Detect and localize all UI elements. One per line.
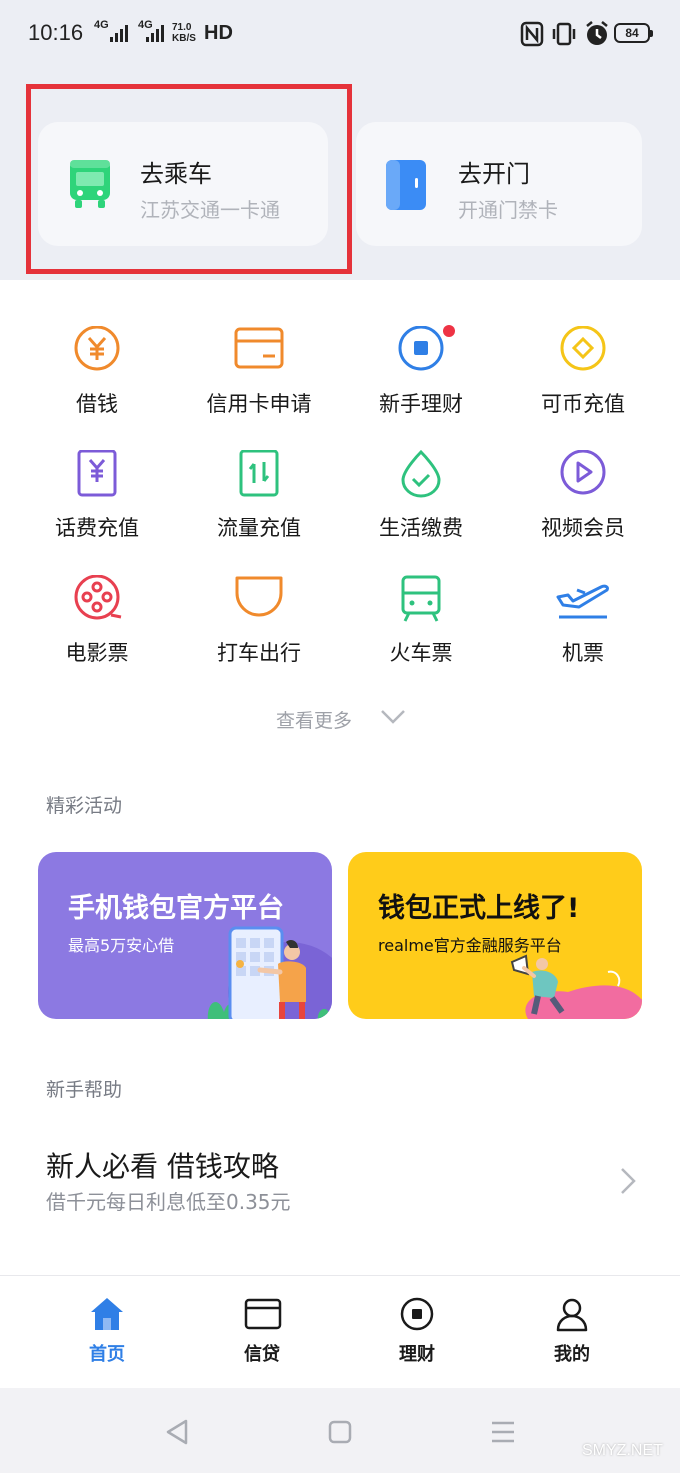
- open-door-card[interactable]: 去开门 开通门禁卡: [356, 122, 642, 246]
- service-label: 信用卡申请: [206, 392, 312, 416]
- home-icon: [91, 1298, 123, 1330]
- activities-title: 精彩活动: [46, 795, 123, 817]
- help-item-subtitle: 借千元每日利息低至0.35元: [46, 1190, 291, 1214]
- tab-finance[interactable]: 理财: [357, 1276, 477, 1389]
- wallet-platform-banner[interactable]: 手机钱包官方平台 最高5万安心借: [38, 852, 332, 1019]
- chevron-right-icon: [621, 1168, 636, 1194]
- menu-icon[interactable]: [490, 1420, 516, 1444]
- chevron-down-icon[interactable]: [380, 708, 406, 726]
- person-icon: [556, 1298, 588, 1332]
- service-borrow[interactable]: 借钱: [16, 326, 178, 436]
- service-label: 打车出行: [217, 641, 301, 665]
- card-icon: [244, 1298, 282, 1330]
- tab-label: 我的: [554, 1344, 590, 1365]
- help-section-title: 新手帮助: [46, 1079, 123, 1101]
- train-icon: [401, 575, 441, 622]
- service-credit-card[interactable]: 信用卡申请: [178, 326, 340, 436]
- service-label: 话费充值: [55, 516, 139, 540]
- service-label: 视频会员: [541, 516, 625, 540]
- hd-indicator: HD: [204, 22, 233, 44]
- tab-label: 理财: [399, 1344, 435, 1365]
- watermark: SMYZ.NET: [582, 1442, 663, 1459]
- megaphone-illustration-icon: [510, 954, 642, 1019]
- service-taxi[interactable]: 打车出行: [178, 575, 340, 685]
- coin-diamond-icon: [560, 326, 606, 371]
- service-label: 可币充值: [541, 392, 625, 416]
- tab-home[interactable]: 首页: [47, 1276, 167, 1389]
- tab-profile[interactable]: 我的: [512, 1276, 632, 1389]
- service-label: 电影票: [65, 641, 129, 665]
- phone-illustration-icon: [207, 926, 332, 1019]
- vibrate-icon: [552, 22, 576, 46]
- service-phone-bill[interactable]: 话费充值: [16, 450, 178, 560]
- door-icon: [386, 160, 426, 210]
- airplane-icon: [556, 584, 609, 619]
- finance-icon: [400, 1297, 434, 1331]
- open-door-title: 去开门: [458, 160, 530, 188]
- service-label: 新手理财: [379, 392, 463, 416]
- signal-bars-2-icon: [146, 25, 164, 42]
- help-item-title: 新人必看 借钱攻略: [46, 1150, 279, 1183]
- system-nav-bar: [0, 1388, 680, 1473]
- signal-type-1: 4G: [94, 19, 109, 31]
- service-label: 借钱: [76, 392, 118, 416]
- service-movie-ticket[interactable]: 电影票: [16, 575, 178, 685]
- service-video-vip[interactable]: 视频会员: [502, 450, 664, 560]
- service-label: 流量充值: [217, 516, 301, 540]
- service-label: 生活缴费: [379, 516, 463, 540]
- taxi-icon: [235, 576, 283, 617]
- service-train-ticket[interactable]: 火车票: [340, 575, 502, 685]
- net-speed: 71.0 KB/S: [172, 22, 196, 44]
- nfc-icon: [520, 21, 544, 47]
- tab-credit[interactable]: 信贷: [202, 1276, 322, 1389]
- play-circle-icon: [560, 450, 606, 495]
- signal-bars-1-icon: [110, 25, 128, 42]
- status-time: 10:16: [28, 20, 84, 45]
- see-more-link[interactable]: 查看更多: [276, 706, 352, 733]
- bottom-tab-bar: 首页 信贷 理财 我的: [0, 1275, 680, 1388]
- wallet-launch-banner[interactable]: 钱包正式上线了! realme官方金融服务平台: [348, 852, 642, 1019]
- back-icon[interactable]: [164, 1418, 190, 1446]
- net-speed-value: 71.0: [172, 22, 192, 33]
- service-label: 火车票: [389, 641, 453, 665]
- data-transfer-icon: [239, 450, 279, 497]
- banner-title: 钱包正式上线了!: [378, 893, 580, 924]
- film-reel-icon: [74, 575, 122, 620]
- notification-dot: [443, 325, 455, 337]
- service-utilities[interactable]: 生活缴费: [340, 450, 502, 560]
- service-coin-topup[interactable]: 可币充值: [502, 326, 664, 436]
- water-drop-icon: [401, 450, 441, 498]
- service-flight-ticket[interactable]: 机票: [502, 575, 664, 685]
- credit-card-icon: [234, 327, 284, 369]
- service-data-topup[interactable]: 流量充值: [178, 450, 340, 560]
- tab-label: 信贷: [244, 1344, 280, 1365]
- phone-bill-icon: [77, 450, 117, 497]
- status-bar: 10:16 4G 4G 71.0 KB/S HD 84: [0, 0, 680, 68]
- highlight-box: [26, 84, 352, 274]
- service-finance[interactable]: 新手理财: [340, 325, 502, 436]
- net-speed-unit: KB/S: [172, 33, 196, 44]
- service-label: 机票: [562, 641, 604, 665]
- home-square-icon[interactable]: [327, 1419, 353, 1445]
- tab-label: 首页: [89, 1344, 125, 1365]
- finance-circle-icon: [398, 326, 444, 371]
- battery-indicator: 84: [614, 23, 653, 43]
- yuan-coin-icon: [74, 326, 120, 371]
- open-door-subtitle: 开通门禁卡: [458, 198, 558, 222]
- alarm-icon: [586, 21, 608, 45]
- banner-subtitle: 最高5万安心借: [68, 936, 175, 955]
